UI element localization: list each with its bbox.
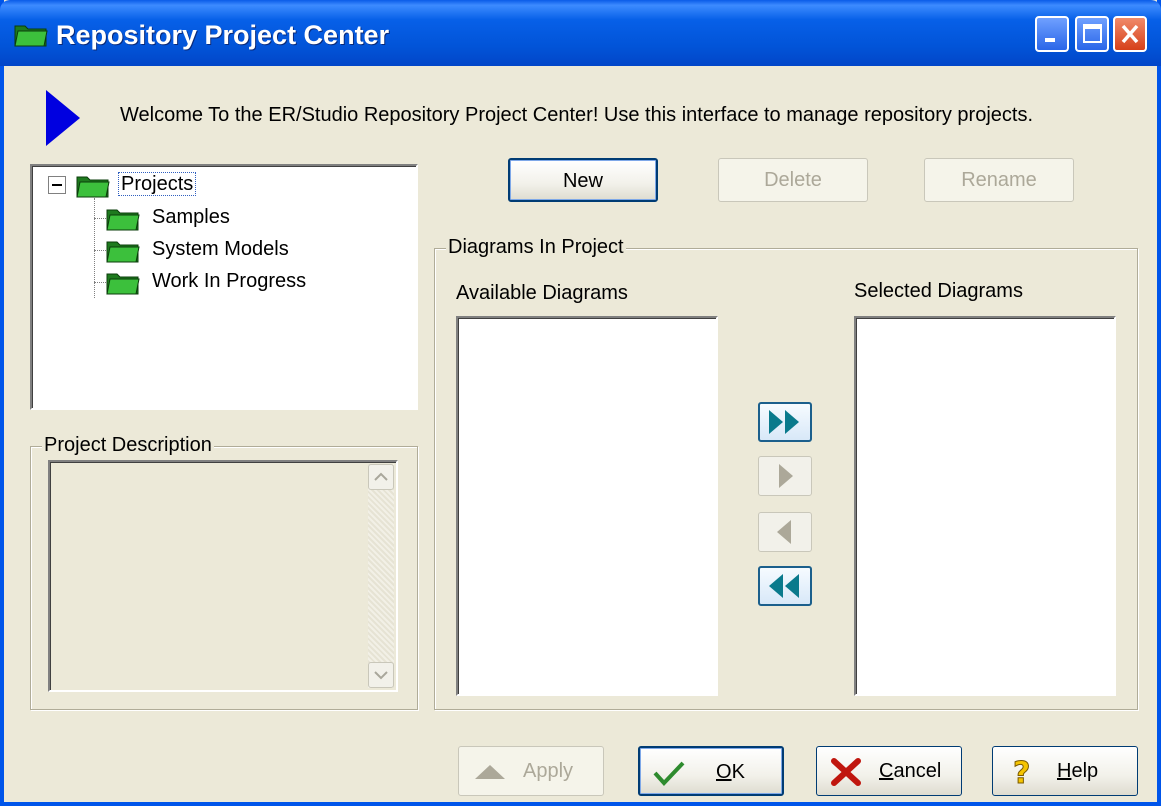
- window-title: Repository Project Center: [56, 20, 390, 50]
- double-left-arrow-icon: [769, 574, 799, 598]
- tree-connector: [94, 218, 106, 219]
- projects-tree[interactable]: Projects Samples System Models Work In P…: [30, 164, 418, 410]
- rename-button[interactable]: Rename: [924, 158, 1074, 202]
- description-scrollbar[interactable]: [368, 464, 394, 688]
- selected-diagrams-label: Selected Diagrams: [854, 280, 1023, 302]
- maximize-button[interactable]: [1075, 16, 1109, 52]
- apply-button[interactable]: Apply: [458, 746, 604, 796]
- tree-connector: [94, 198, 95, 298]
- minimize-button[interactable]: [1035, 16, 1069, 52]
- minimize-icon: [1045, 38, 1055, 42]
- cancel-mnemonic: C: [879, 760, 894, 782]
- ok-mnemonic: O: [716, 761, 732, 783]
- help-label: Help: [1057, 747, 1098, 795]
- close-icon: [1121, 24, 1139, 44]
- available-diagrams-list[interactable]: [456, 316, 718, 696]
- help-mnemonic: H: [1057, 760, 1072, 782]
- project-description-field[interactable]: [48, 460, 398, 692]
- add-one-button[interactable]: [758, 456, 812, 496]
- red-x-icon: [831, 758, 861, 786]
- help-label-rest: elp: [1071, 760, 1099, 782]
- scroll-down-button[interactable]: [368, 662, 394, 688]
- repository-project-center-window: Repository Project Center Welcome To the…: [0, 0, 1161, 806]
- remove-one-button[interactable]: [758, 512, 812, 552]
- right-arrow-icon: [779, 464, 793, 488]
- delete-button[interactable]: Delete: [718, 158, 868, 202]
- close-button[interactable]: [1113, 16, 1147, 52]
- tree-item-system-models[interactable]: System Models: [152, 238, 289, 261]
- chevron-down-icon: [374, 671, 388, 680]
- folder-icon: [14, 25, 48, 47]
- cancel-label-rest: ancel: [893, 760, 942, 782]
- folder-open-icon: [106, 273, 140, 295]
- diagrams-in-project-label: Diagrams In Project: [446, 236, 626, 259]
- tree-item-label: Projects: [118, 172, 197, 196]
- collapse-toggle-icon[interactable]: [48, 176, 66, 194]
- folder-open-icon: [76, 176, 110, 198]
- title-bar[interactable]: Repository Project Center: [0, 0, 1161, 66]
- svg-text:?: ?: [1013, 757, 1030, 787]
- cancel-button[interactable]: Cancel: [816, 746, 962, 796]
- welcome-message: Welcome To the ER/Studio Repository Proj…: [120, 104, 1034, 126]
- double-right-arrow-icon: [769, 410, 799, 434]
- scroll-up-button[interactable]: [368, 464, 394, 490]
- tree-item-projects[interactable]: Projects: [118, 172, 197, 196]
- ok-label: OK: [716, 748, 745, 796]
- available-diagrams-label: Available Diagrams: [456, 282, 628, 304]
- tree-item-work-in-progress[interactable]: Work In Progress: [152, 270, 306, 293]
- chevron-up-icon: [374, 472, 388, 481]
- new-button[interactable]: New: [508, 158, 658, 202]
- selected-diagrams-list[interactable]: [854, 316, 1116, 696]
- question-mark-icon: ?: [1013, 757, 1031, 787]
- blue-triangle-arrow-icon: [46, 90, 80, 146]
- maximize-icon: [1083, 24, 1102, 43]
- tree-connector: [94, 250, 106, 251]
- triangle-up-icon: [475, 765, 505, 779]
- add-all-button[interactable]: [758, 402, 812, 442]
- folder-open-icon: [106, 209, 140, 231]
- remove-all-button[interactable]: [758, 566, 812, 606]
- project-description-label: Project Description: [42, 434, 214, 457]
- apply-label: Apply: [523, 760, 574, 782]
- tree-connector: [94, 282, 106, 283]
- left-arrow-icon: [777, 520, 791, 544]
- cancel-label: Cancel: [879, 747, 941, 795]
- checkmark-icon: [653, 761, 685, 786]
- ok-label-rest: K: [731, 761, 745, 783]
- ok-button[interactable]: OK: [638, 746, 784, 796]
- tree-item-samples[interactable]: Samples: [152, 206, 230, 229]
- help-button[interactable]: ? Help: [992, 746, 1138, 796]
- folder-open-icon: [106, 241, 140, 263]
